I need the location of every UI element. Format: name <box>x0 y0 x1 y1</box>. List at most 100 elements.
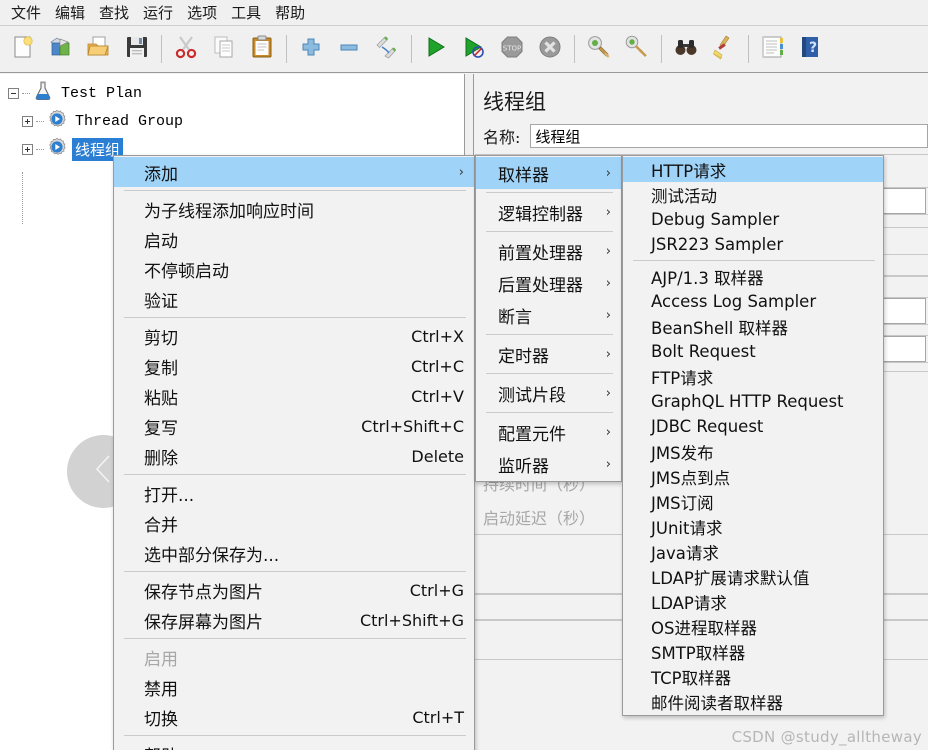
context-menu-item[interactable]: 添加 › <box>114 157 474 187</box>
toolbar-shutdown-button[interactable] <box>531 29 569 69</box>
menubar-search[interactable]: 查找 <box>92 0 136 25</box>
sampler-submenu-item[interactable]: LDAP扩展请求默认值 <box>623 564 883 589</box>
toolbar-search-binoculars-button[interactable] <box>667 29 705 69</box>
add-submenu-item[interactable]: 测试片段 › <box>476 377 621 409</box>
toolbar-clear-gear-button[interactable] <box>580 29 618 69</box>
chevron-right-icon: › <box>605 424 611 440</box>
context-menu-item[interactable]: 禁用 <box>114 672 474 702</box>
sampler-submenu-item[interactable]: TCP取样器 <box>623 664 883 689</box>
tree-expander-plus-icon[interactable] <box>22 115 33 127</box>
tree-node-thread-group-en[interactable]: Thread Group <box>22 109 186 132</box>
toolbar-start-play-button[interactable] <box>417 29 455 69</box>
context-menu-item-shortcut: Ctrl+Shift+C <box>361 416 464 436</box>
add-submenu-item[interactable]: 后置处理器 › <box>476 267 621 299</box>
chevron-right-icon: › <box>605 307 611 323</box>
context-menu-item[interactable]: 保存屏幕为图片 Ctrl+Shift+G <box>114 605 474 635</box>
sampler-submenu-item[interactable]: JDBC Request <box>623 414 883 439</box>
add-submenu-item-label: 监听器 <box>498 456 549 477</box>
sampler-submenu-item[interactable]: BeanShell 取样器 <box>623 314 883 339</box>
context-menu-item[interactable]: 剪切 Ctrl+X <box>114 321 474 351</box>
toolbar-copy-pages-button[interactable] <box>205 29 243 69</box>
toolbar-cut-scissors-button[interactable] <box>167 29 205 69</box>
toolbar-clear-all-gear-button[interactable] <box>618 29 656 69</box>
tree-expander-minus-icon[interactable] <box>8 87 19 99</box>
context-menu-item[interactable]: 合并 <box>114 508 474 538</box>
toolbar-open-folder-button[interactable] <box>80 29 118 69</box>
add-submenu-separator <box>486 412 613 413</box>
name-row: 名称: 线程组 <box>475 122 928 154</box>
sampler-submenu-item[interactable]: HTTP请求 <box>623 157 883 182</box>
sampler-submenu-item[interactable]: SMTP取样器 <box>623 639 883 664</box>
sampler-submenu-item[interactable]: Java请求 <box>623 539 883 564</box>
toolbar-templates-button[interactable] <box>42 29 80 69</box>
copy-pages-icon <box>211 34 237 65</box>
toolbar-reset-broom-button[interactable] <box>705 29 743 69</box>
toolbar-separator <box>161 35 162 63</box>
sampler-submenu-item[interactable]: 邮件阅读者取样器 <box>623 689 883 714</box>
context-menu-item[interactable]: 启动 <box>114 224 474 254</box>
menubar-help[interactable]: 帮助 <box>268 0 312 25</box>
menubar-edit[interactable]: 编辑 <box>48 0 92 25</box>
context-menu-item[interactable]: 不停顿启动 <box>114 254 474 284</box>
context-menu-item[interactable]: 切换 Ctrl+T <box>114 702 474 732</box>
menubar-run[interactable]: 运行 <box>136 0 180 25</box>
paste-clipboard-icon <box>249 34 275 65</box>
sampler-submenu-item[interactable]: JMS点到点 <box>623 464 883 489</box>
toolbar-function-helper-button[interactable] <box>754 29 792 69</box>
menubar-tools[interactable]: 工具 <box>224 0 268 25</box>
context-menu-item[interactable]: 粘贴 Ctrl+V <box>114 381 474 411</box>
tree-node-label: Thread Group <box>75 112 184 130</box>
sampler-submenu-item[interactable]: 测试活动 <box>623 182 883 207</box>
tree-node-test-plan[interactable]: Test Plan <box>8 80 145 104</box>
context-menu-item[interactable]: 删除 Delete <box>114 441 474 471</box>
context-menu-item[interactable]: 复写 Ctrl+Shift+C <box>114 411 474 441</box>
sampler-submenu-item[interactable]: Bolt Request <box>623 339 883 364</box>
toolbar-toggle-pencil-button[interactable] <box>368 29 406 69</box>
toolbar-paste-clipboard-button[interactable] <box>243 29 281 69</box>
context-menu-item[interactable]: 为子线程添加响应时间 <box>114 194 474 224</box>
sampler-submenu-item[interactable]: JSR223 Sampler <box>623 232 883 257</box>
sampler-submenu-item[interactable]: JUnit请求 <box>623 514 883 539</box>
add-submenu-item[interactable]: 取样器 › <box>476 157 621 189</box>
add-submenu-item-label: 后置处理器 <box>498 275 583 296</box>
toolbar-help-book-button[interactable]: ? <box>792 29 830 69</box>
sampler-submenu-item[interactable]: Debug Sampler <box>623 207 883 232</box>
context-menu-item[interactable]: 选中部分保存为... <box>114 538 474 568</box>
add-submenu-separator <box>486 192 613 193</box>
sampler-submenu-item[interactable]: AJP/1.3 取样器 <box>623 264 883 289</box>
startup-delay-label: 启动延迟（秒） <box>483 509 596 528</box>
sampler-submenu-item[interactable]: LDAP请求 <box>623 589 883 614</box>
sampler-submenu-item[interactable]: JMS订阅 <box>623 489 883 514</box>
menubar-file[interactable]: 文件 <box>4 0 48 25</box>
sampler-submenu-item[interactable]: OS进程取样器 <box>623 614 883 639</box>
add-submenu-item[interactable]: 逻辑控制器 › <box>476 196 621 228</box>
context-menu-item[interactable]: 帮助 <box>114 739 474 750</box>
toolbar-minus-button[interactable] <box>330 29 368 69</box>
toolbar-start-nopause-button[interactable] <box>455 29 493 69</box>
tree-expander-plus-icon[interactable] <box>22 143 33 155</box>
toolbar-save-floppy-button[interactable] <box>118 29 156 69</box>
name-input[interactable]: 线程组 <box>530 124 928 148</box>
context-menu[interactable]: 添加 › 为子线程添加响应时间 启动 不停顿启动 验证剪切 Ctrl+X 复制 Ctrl+C 粘贴… <box>113 155 475 750</box>
context-menu-item[interactable]: 复制 Ctrl+C <box>114 351 474 381</box>
toolbar-stop-button[interactable]: STOP <box>493 29 531 69</box>
add-submenu[interactable]: 取样器 › 逻辑控制器 › 前置处理器 › 后置处理器 › 断言 › 定时器 › 测试片段 › 配置元件 › 监… <box>475 155 622 482</box>
menubar-options[interactable]: 选项 <box>180 0 224 25</box>
toolbar-new-file-button[interactable] <box>4 29 42 69</box>
add-submenu-item[interactable]: 断言 › <box>476 299 621 331</box>
add-submenu-item[interactable]: 配置元件 › <box>476 416 621 448</box>
toolbar-plus-button[interactable] <box>292 29 330 69</box>
tree-node-thread-group-zh[interactable]: 线程组 <box>22 137 124 161</box>
context-menu-item[interactable]: 验证 <box>114 284 474 314</box>
add-submenu-item[interactable]: 定时器 › <box>476 338 621 370</box>
sampler-submenu-item[interactable]: Access Log Sampler <box>623 289 883 314</box>
context-menu-item[interactable]: 保存节点为图片 Ctrl+G <box>114 575 474 605</box>
sampler-submenu-item[interactable]: JMS发布 <box>623 439 883 464</box>
add-submenu-item[interactable]: 监听器 › <box>476 448 621 480</box>
context-menu-item[interactable]: 打开... <box>114 478 474 508</box>
sampler-submenu-item[interactable]: GraphQL HTTP Request <box>623 389 883 414</box>
sampler-submenu[interactable]: HTTP请求 测试活动 Debug Sampler JSR223 Sampler AJP… <box>622 155 884 716</box>
add-submenu-item[interactable]: 前置处理器 › <box>476 235 621 267</box>
context-menu-item-shortcut: Ctrl+Shift+G <box>359 610 464 630</box>
sampler-submenu-item[interactable]: FTP请求 <box>623 364 883 389</box>
